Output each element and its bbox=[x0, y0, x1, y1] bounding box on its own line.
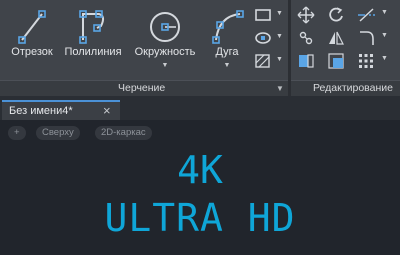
trim-icon bbox=[358, 8, 376, 22]
close-icon[interactable]: × bbox=[103, 103, 111, 118]
scale-button[interactable] bbox=[325, 50, 347, 70]
rectangle-icon bbox=[255, 9, 271, 21]
document-tab-label: Без имени4* bbox=[9, 105, 73, 117]
draw-panel-footer: Черчение ▼ bbox=[0, 80, 288, 96]
arc-icon bbox=[212, 10, 244, 44]
circle-tool-button[interactable]: Окружность ▼ bbox=[128, 0, 202, 80]
polyline-icon bbox=[79, 10, 105, 44]
circle-dropdown-caret[interactable]: ▼ bbox=[128, 62, 202, 69]
document-tab-bar: Без имени4* × bbox=[0, 96, 400, 120]
edit-panel-footer: Редактирование bbox=[291, 80, 400, 96]
mirror-icon bbox=[329, 31, 344, 45]
circle-icon bbox=[150, 12, 180, 42]
polyline-tool-button[interactable]: Полилиния bbox=[60, 0, 126, 80]
mirror-button[interactable] bbox=[325, 27, 347, 47]
hatch-dropdown-caret[interactable]: ▼ bbox=[276, 56, 283, 63]
arc-tool-label: Дуга bbox=[215, 46, 239, 58]
circle-tool-label: Окружность bbox=[134, 46, 196, 58]
hatch-button[interactable] bbox=[252, 51, 274, 71]
draw-panel-title: Черчение bbox=[118, 82, 166, 94]
edit-panel-title: Редактирование bbox=[313, 82, 393, 94]
rectangle-dropdown-caret[interactable]: ▼ bbox=[276, 10, 283, 17]
stretch-icon bbox=[299, 54, 314, 68]
line-tool-button[interactable]: Отрезок bbox=[4, 0, 60, 80]
ellipse-dropdown-caret[interactable]: ▼ bbox=[276, 33, 283, 40]
trim-dropdown-caret[interactable]: ▼ bbox=[381, 9, 388, 16]
visual-style-button[interactable]: 2D-каркас bbox=[95, 126, 152, 140]
stretch-button[interactable] bbox=[295, 50, 317, 70]
fillet-button[interactable] bbox=[355, 27, 377, 47]
polyline-tool-label: Полилиния bbox=[64, 46, 122, 58]
headline-4k: 4K bbox=[177, 148, 223, 192]
move-icon bbox=[297, 6, 315, 24]
ellipse-button[interactable] bbox=[252, 28, 274, 48]
line-tool-label: Отрезок bbox=[11, 46, 53, 58]
document-tab[interactable]: Без имени4* × bbox=[2, 100, 120, 120]
view-top-button[interactable]: Сверху bbox=[36, 126, 80, 140]
array-icon bbox=[359, 54, 373, 68]
edit-panel: ▼ ▼ ▼ Редактирование bbox=[291, 0, 400, 96]
trim-button[interactable] bbox=[355, 4, 377, 24]
rectangle-button[interactable] bbox=[252, 5, 274, 25]
rotate-icon bbox=[329, 7, 343, 22]
draw-panel: Отрезок Полилиния Окружность ▼ Дуга ▼ ▼ … bbox=[0, 0, 288, 96]
array-dropdown-caret[interactable]: ▼ bbox=[381, 55, 388, 62]
viewport-menu-button[interactable]: + bbox=[8, 126, 26, 140]
ribbon: Отрезок Полилиния Окружность ▼ Дуга ▼ ▼ … bbox=[0, 0, 400, 96]
scale-icon bbox=[328, 53, 344, 69]
copy-icon bbox=[299, 31, 313, 45]
arc-tool-button[interactable]: Дуга ▼ bbox=[204, 0, 250, 80]
arc-dropdown-caret[interactable]: ▼ bbox=[204, 62, 250, 69]
ellipse-icon bbox=[255, 32, 271, 44]
hatch-icon bbox=[255, 54, 270, 68]
fillet-dropdown-caret[interactable]: ▼ bbox=[381, 32, 388, 39]
rotate-button[interactable] bbox=[325, 4, 347, 24]
headline-ultra-hd: ULTRA HD bbox=[104, 196, 296, 240]
array-button[interactable] bbox=[355, 50, 377, 70]
drawing-viewport[interactable]: + Сверху 2D-каркас 4K ULTRA HD bbox=[0, 120, 400, 255]
draw-panel-expand-icon[interactable]: ▼ bbox=[276, 84, 284, 93]
fillet-icon bbox=[360, 31, 374, 45]
move-button[interactable] bbox=[295, 4, 317, 24]
copy-button[interactable] bbox=[295, 27, 317, 47]
line-icon bbox=[18, 10, 46, 44]
